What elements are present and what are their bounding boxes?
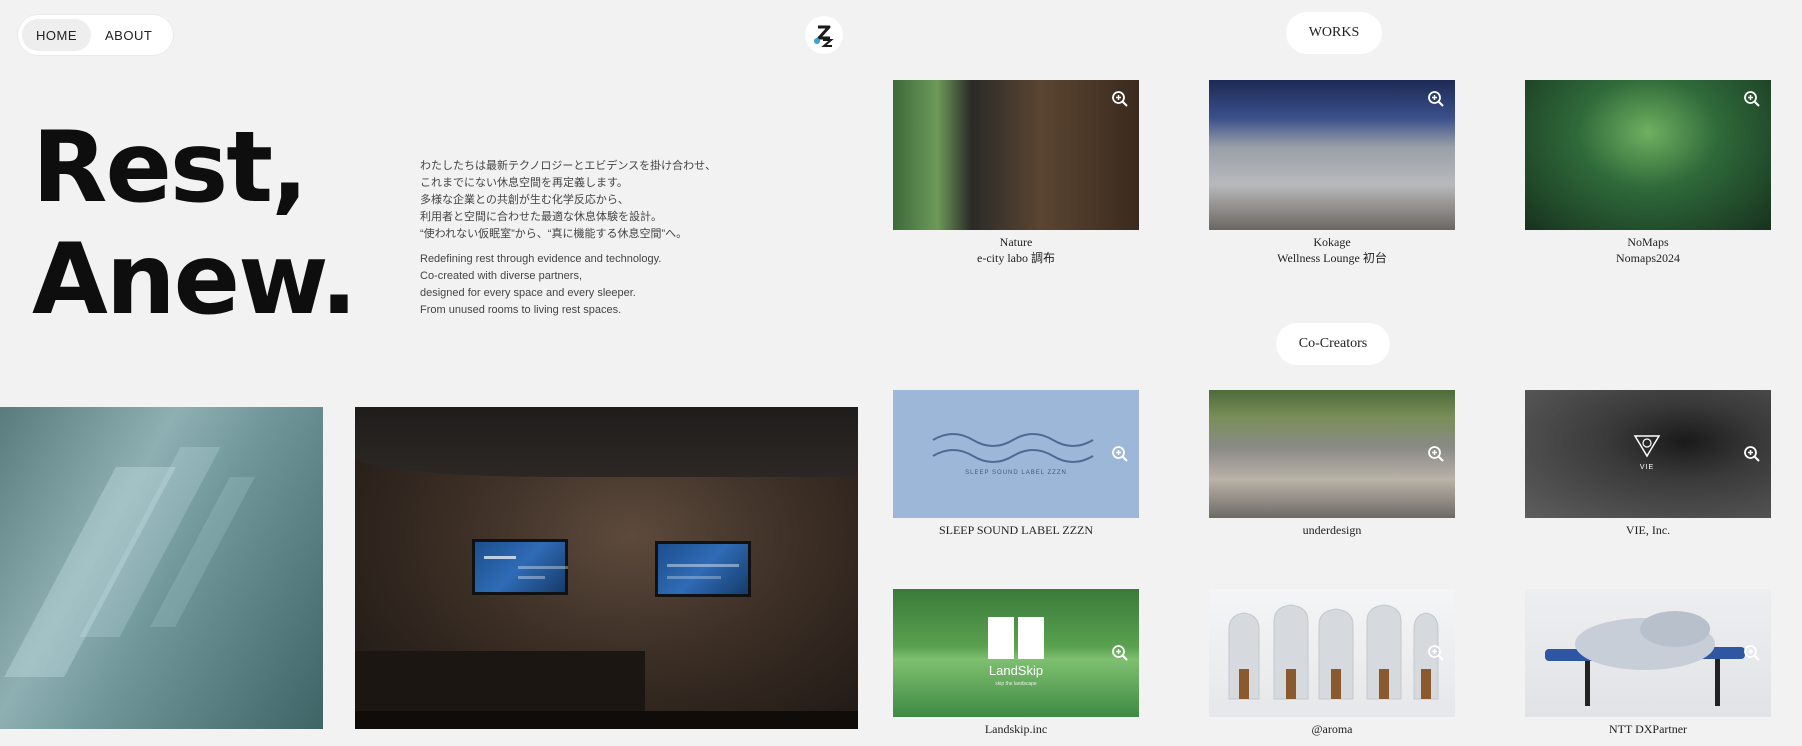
zzzn-wordmark-icon (932, 433, 1094, 463)
hero-title: Rest, Anew. (32, 111, 358, 337)
jp-copy-line: 多様な企業との共創が生む化学反応から、 (420, 194, 629, 206)
en-copy-line: Co-created with diverse partners, (420, 270, 583, 282)
zoom-in-icon[interactable] (1427, 644, 1445, 662)
hero-title-line1: Rest, (32, 111, 308, 225)
cocreator-caption: SLEEP SOUND LABEL ZZZN (938, 523, 1094, 537)
hero-description: わたしたちは最新テクノロジーとエビデンスを掛け合わせ、 これまでにない休息空間を… (420, 158, 750, 319)
jp-copy-line: これまでにない休息空間を再定義します。 (420, 177, 628, 189)
cocreator-caption: underdesign (1302, 523, 1362, 537)
zoom-in-icon[interactable] (1743, 90, 1761, 108)
work-caption: NoMaps Nomaps2024 (1616, 235, 1680, 265)
cocreator-card-landskip[interactable]: LandSkip skip the landscape Landskip.inc (893, 589, 1139, 737)
zoom-in-icon[interactable] (1743, 644, 1761, 662)
en-copy-line: Redefining rest through evidence and tec… (420, 253, 662, 265)
cocreator-card-vie[interactable]: VIE VIE, Inc. (1525, 390, 1771, 538)
aroma-bottles-illustration (1228, 604, 1439, 700)
cocreator-caption: VIE, Inc. (1625, 523, 1671, 537)
zzzn-logo[interactable] (805, 16, 843, 54)
cocreator-card-ntt-dxpartner[interactable]: NTT DXPartner (1525, 589, 1771, 737)
cocreator-caption: NTT DXPartner (1608, 722, 1688, 736)
jp-copy-line: 利用者と空間に合わせた最適な休息体験を設計。 (420, 211, 662, 223)
works-heading[interactable]: WORKS (1286, 12, 1382, 54)
cocreator-caption: @aroma (1311, 722, 1353, 736)
work-caption: Kokage Wellness Lounge 初台 (1277, 235, 1387, 265)
cocreator-card-aroma[interactable]: @aroma (1209, 589, 1455, 737)
cocreator-caption: Landskip.inc (984, 722, 1048, 736)
nav-about[interactable]: ABOUT (91, 19, 166, 51)
cocreator-card-underdesign[interactable]: underdesign (1209, 390, 1455, 538)
hero-title-line2: Anew. (32, 223, 358, 337)
nav-home[interactable]: HOME (22, 19, 91, 51)
zzzn-logo-icon (814, 25, 834, 47)
work-card-nomaps[interactable]: NoMaps Nomaps2024 (1525, 80, 1771, 266)
landskip-logo-text: LandSkip (988, 663, 1044, 678)
en-copy-line: From unused rooms to living rest spaces. (420, 304, 622, 316)
zoom-in-icon[interactable] (1427, 445, 1445, 463)
zoom-in-icon[interactable] (1743, 445, 1761, 463)
zoom-in-icon[interactable] (1427, 90, 1445, 108)
work-caption: Nature e-city labo 調布 (977, 235, 1055, 265)
jp-copy-line: “使われない仮眠室”から、“真に機能する休息空間”へ。 (420, 228, 688, 240)
vie-logo-text: VIE (1639, 464, 1655, 471)
landskip-logo-sub: skip the landscape (995, 681, 1037, 687)
zzzn-logo-text: SLEEP SOUND LABEL ZZZN (965, 470, 1067, 476)
sleeper-illustration (1545, 611, 1745, 706)
main-nav: HOME ABOUT (18, 15, 173, 55)
cocreator-card-zzzn[interactable]: SLEEP SOUND LABEL ZZZN SLEEP SOUND LABEL… (893, 390, 1139, 538)
hero-photo-rest-room (355, 407, 858, 729)
work-card-kokage[interactable]: Kokage Wellness Lounge 初台 (1209, 80, 1455, 266)
en-copy-line: designed for every space and every sleep… (420, 287, 636, 299)
jp-copy-line: わたしたちは最新テクノロジーとエビデンスを掛け合わせ、 (420, 160, 717, 172)
zoom-in-icon[interactable] (1111, 644, 1129, 662)
hero-photo-light-wall (0, 407, 323, 729)
zoom-in-icon[interactable] (1111, 90, 1129, 108)
cocreators-heading[interactable]: Co-Creators (1276, 323, 1390, 365)
landskip-logo-mark (988, 617, 1044, 659)
work-card-nature[interactable]: Nature e-city labo 調布 (893, 80, 1139, 266)
vie-logo-icon (1633, 435, 1661, 458)
zoom-in-icon[interactable] (1111, 445, 1129, 463)
